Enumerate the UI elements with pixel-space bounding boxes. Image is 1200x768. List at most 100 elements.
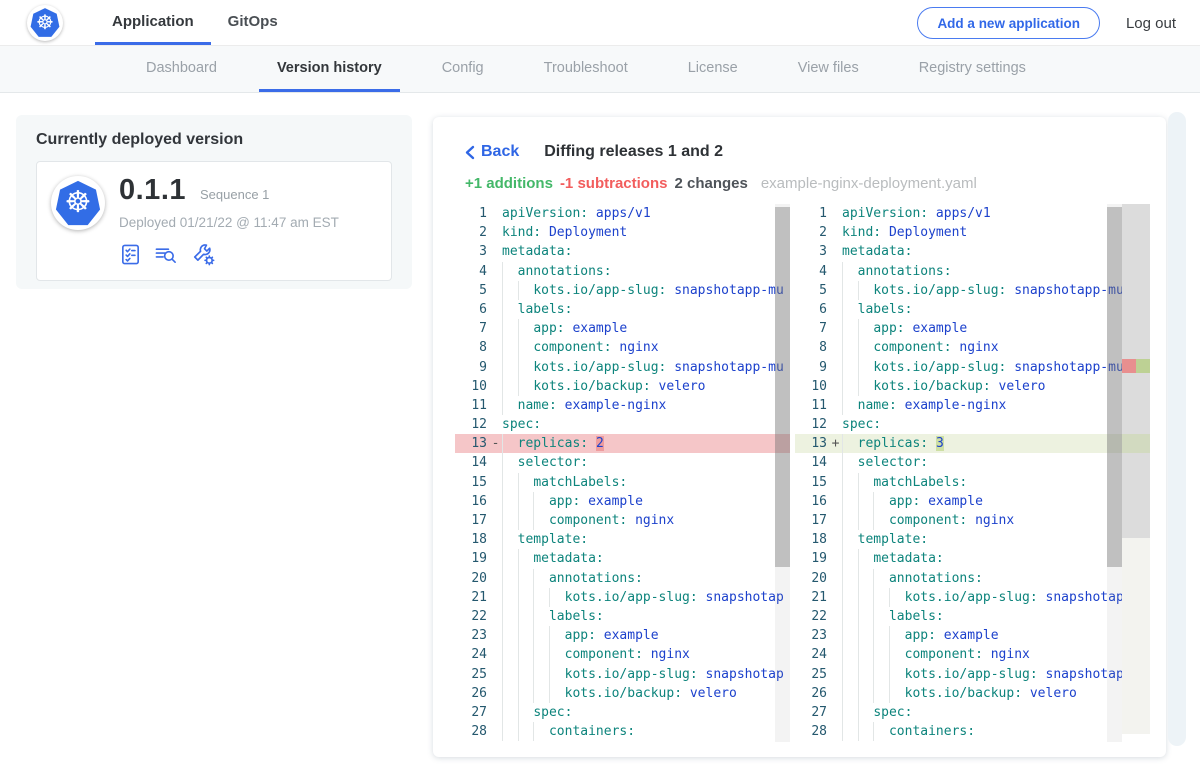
- diff-line: 15matchLabels:: [795, 473, 1150, 492]
- overview-added-mark: [1136, 359, 1150, 373]
- diff-line: 8component: nginx: [455, 338, 790, 357]
- diff-line: 28containers:: [795, 722, 1150, 741]
- diff-overview-ruler[interactable]: [1122, 204, 1150, 742]
- diff-line: 4annotations:: [455, 262, 790, 281]
- diff-filename: example-nginx-deployment.yaml: [761, 175, 977, 192]
- diff-line: 21kots.io/app-slug: snapshotap: [795, 588, 1150, 607]
- diff-line: 16app: example: [795, 492, 1150, 511]
- deployed-card-title: Currently deployed version: [36, 131, 392, 149]
- diff-line: 22labels:: [795, 607, 1150, 626]
- tab-application[interactable]: Application: [95, 0, 211, 45]
- diff-line: 7app: example: [455, 319, 790, 338]
- subnav-tab-view-files[interactable]: View files: [780, 46, 877, 92]
- diff-line: 21kots.io/app-slug: snapshotap: [455, 588, 790, 607]
- diff-line: 27spec:: [795, 703, 1150, 722]
- diff-line: 23app: example: [795, 626, 1150, 645]
- version-number: 0.1.1: [119, 174, 186, 207]
- diff-line: 13+replicas: 3: [795, 434, 1150, 453]
- diff-line: 23app: example: [455, 626, 790, 645]
- diff-line: 10kots.io/backup: velero: [795, 377, 1150, 396]
- diff-pane-old[interactable]: 1apiVersion: apps/v12kind: Deployment3me…: [455, 204, 790, 742]
- diff-line: 5kots.io/app-slug: snapshotapp-mu: [795, 281, 1150, 300]
- diff-line: 6labels:: [795, 300, 1150, 319]
- release-notes-icon[interactable]: [153, 243, 180, 266]
- subnav-tab-dashboard[interactable]: Dashboard: [128, 46, 235, 92]
- diff-line: 16app: example: [455, 492, 790, 511]
- diff-line: 26kots.io/backup: velero: [455, 684, 790, 703]
- diff-line: 1apiVersion: apps/v1: [455, 204, 790, 223]
- subnav-tab-troubleshoot[interactable]: Troubleshoot: [526, 46, 646, 92]
- old-pane-scrollbar[interactable]: [775, 204, 790, 742]
- diff-panel: Back Diffing releases 1 and 2 +1 additio…: [433, 117, 1166, 757]
- diff-stats: +1 additions -1 subtractions 2 changes e…: [465, 175, 1166, 192]
- diff-line: 5kots.io/app-slug: snapshotapp-mu: [455, 281, 790, 300]
- diff-line: 25kots.io/app-slug: snapshotap: [795, 665, 1150, 684]
- add-application-button[interactable]: Add a new application: [917, 7, 1100, 39]
- diff-line: 22labels:: [455, 607, 790, 626]
- new-pane-scrollbar-thumb[interactable]: [1107, 207, 1122, 567]
- diff-line: 8component: nginx: [795, 338, 1150, 357]
- top-nav: ☸ Application GitOps Add a new applicati…: [0, 0, 1200, 46]
- diff-line: 15matchLabels:: [455, 473, 790, 492]
- deployed-version-item: ☸ 0.1.1 Sequence 1 Deployed 01/21/22 @ 1…: [36, 161, 392, 281]
- diff-line: 19metadata:: [795, 549, 1150, 568]
- subnav-tab-registry-settings[interactable]: Registry settings: [901, 46, 1044, 92]
- diff-line: 11name: example-nginx: [455, 396, 790, 415]
- diff-line: 3metadata:: [455, 242, 790, 261]
- diff-line: 6labels:: [455, 300, 790, 319]
- diff-line: 17component: nginx: [795, 511, 1150, 530]
- kubernetes-logo-icon: ☸: [27, 5, 63, 41]
- diff-line: 13-replicas: 2: [455, 434, 790, 453]
- diff-line: 20annotations:: [795, 569, 1150, 588]
- diff-line: 7app: example: [795, 319, 1150, 338]
- overview-removed-mark: [1122, 359, 1136, 373]
- diff-line: 2kind: Deployment: [795, 223, 1150, 242]
- app-kubernetes-logo-icon: ☸: [51, 176, 105, 230]
- diff-line: 9kots.io/app-slug: snapshotapp-mu: [795, 358, 1150, 377]
- app-sub-nav: Dashboard Version history Config Trouble…: [0, 46, 1200, 93]
- subtractions-count: -1 subtractions: [560, 175, 668, 192]
- diff-line: 2kind: Deployment: [455, 223, 790, 242]
- currently-deployed-card: Currently deployed version ☸ 0.1.1 Seque…: [16, 115, 412, 289]
- diff-line: 11name: example-nginx: [795, 396, 1150, 415]
- sequence-label: Sequence 1: [200, 187, 269, 202]
- diff-line: 25kots.io/app-slug: snapshotap: [455, 665, 790, 684]
- diff-line: 3metadata:: [795, 242, 1150, 261]
- diff-line: 24component: nginx: [455, 645, 790, 664]
- diff-line: 20annotations:: [455, 569, 790, 588]
- diff-line: 19metadata:: [455, 549, 790, 568]
- tab-gitops[interactable]: GitOps: [211, 0, 295, 45]
- changes-count: 2 changes: [674, 175, 747, 192]
- config-tools-icon[interactable]: [191, 242, 216, 267]
- additions-count: +1 additions: [465, 175, 553, 192]
- chevron-left-icon: [465, 145, 475, 160]
- diff-line: 14selector:: [455, 453, 790, 472]
- diff-line: 27spec:: [455, 703, 790, 722]
- diff-line: 18template:: [795, 530, 1150, 549]
- topnav-tabs: Application GitOps: [95, 0, 295, 45]
- checklist-icon[interactable]: [119, 243, 142, 266]
- old-pane-scrollbar-thumb[interactable]: [775, 207, 790, 567]
- subnav-tab-version-history[interactable]: Version history: [259, 46, 400, 92]
- diff-line: 26kots.io/backup: velero: [795, 684, 1150, 703]
- deployed-timestamp: Deployed 01/21/22 @ 11:47 am EST: [119, 215, 339, 230]
- subnav-tab-config[interactable]: Config: [424, 46, 502, 92]
- diff-line: 14selector:: [795, 453, 1150, 472]
- page-scrollbar[interactable]: [1168, 112, 1186, 746]
- diff-line: 1apiVersion: apps/v1: [795, 204, 1150, 223]
- subnav-tab-license[interactable]: License: [670, 46, 756, 92]
- diff-title: Diffing releases 1 and 2: [544, 143, 723, 161]
- diff-line: 24component: nginx: [795, 645, 1150, 664]
- logout-link[interactable]: Log out: [1126, 15, 1176, 32]
- main-content: Currently deployed version ☸ 0.1.1 Seque…: [0, 93, 1200, 767]
- diff-line: 12spec:: [455, 415, 790, 434]
- new-pane-scrollbar[interactable]: [1107, 204, 1122, 742]
- back-link[interactable]: Back: [465, 143, 519, 161]
- diff-line: 18template:: [455, 530, 790, 549]
- diff-line: 9kots.io/app-slug: snapshotapp-mu: [455, 358, 790, 377]
- diff-line: 12spec:: [795, 415, 1150, 434]
- diff-line: 4annotations:: [795, 262, 1150, 281]
- diff-line: 17component: nginx: [455, 511, 790, 530]
- diff-line: 28containers:: [455, 722, 790, 741]
- diff-pane-new[interactable]: 1apiVersion: apps/v12kind: Deployment3me…: [795, 204, 1150, 742]
